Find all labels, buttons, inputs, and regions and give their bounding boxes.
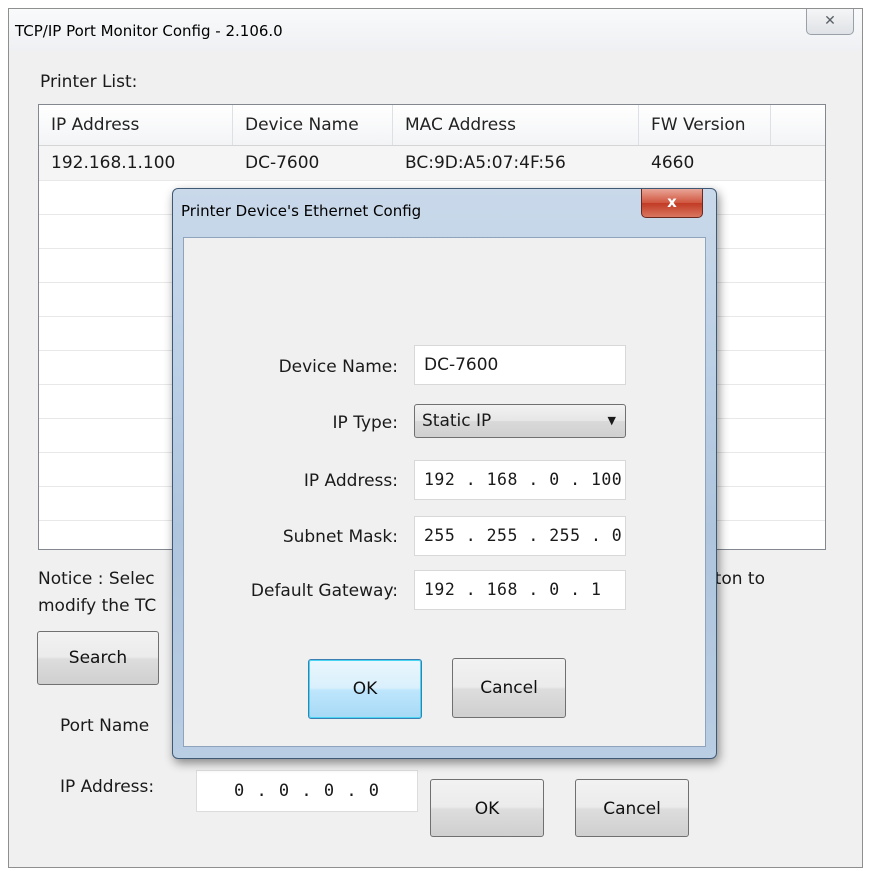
column-header-ip-address[interactable]: IP Address (39, 105, 233, 145)
chevron-down-icon: ▼ (607, 414, 616, 427)
ip-address-field[interactable]: 192 . 168 . 0 . 100 (414, 460, 626, 500)
device-name-label: Device Name: (278, 357, 398, 377)
ok-button[interactable]: OK (430, 779, 544, 837)
close-button[interactable]: ✕ (806, 9, 854, 35)
column-header-fw-version[interactable]: FW Version (639, 105, 771, 145)
dialog-cancel-button[interactable]: Cancel (452, 658, 566, 718)
column-header-device-name[interactable]: Device Name (233, 105, 393, 145)
ip-address-field[interactable]: 0 . 0 . 0 . 0 (196, 770, 418, 812)
dialog-close-button[interactable]: x (641, 189, 703, 218)
default-gateway-field[interactable]: 192 . 168 . 0 . 1 (414, 570, 626, 610)
device-name-field[interactable]: DC-7600 (414, 345, 626, 385)
printer-list-header: IP Address Device Name MAC Address FW Ve… (39, 105, 825, 146)
ip-type-label: IP Type: (332, 413, 398, 433)
dialog-title: Printer Device's Ethernet Config (181, 202, 422, 220)
dialog-ok-button[interactable]: OK (308, 659, 422, 719)
dialog-content: Device Name: DC-7600 IP Type: Static IP … (183, 237, 706, 747)
search-button[interactable]: Search (37, 631, 159, 685)
window-title: TCP/IP Port Monitor Config - 2.106.0 (15, 22, 283, 40)
notice-line1-left: Notice : Selec (38, 569, 155, 589)
ethernet-config-dialog: Printer Device's Ethernet Config x Devic… (172, 188, 717, 759)
cancel-button[interactable]: Cancel (575, 779, 689, 837)
table-row[interactable]: 192.168.1.100 DC-7600 BC:9D:A5:07:4F:56 … (39, 146, 825, 181)
ip-address-label: IP Address: (60, 777, 155, 797)
cell-ip-address: 192.168.1.100 (51, 153, 176, 173)
subnet-mask-label: Subnet Mask: (282, 527, 398, 547)
cell-fw-version: 4660 (651, 153, 695, 173)
column-header-filler (771, 105, 825, 145)
subnet-mask-field[interactable]: 255 . 255 . 255 . 0 (414, 516, 626, 556)
cell-mac-address: BC:9D:A5:07:4F:56 (405, 153, 566, 173)
default-gateway-label: Default Gateway: (250, 581, 398, 601)
ip-type-select[interactable]: Static IP ▼ (414, 404, 626, 438)
column-header-mac-address[interactable]: MAC Address (393, 105, 639, 145)
port-name-label: Port Name (60, 716, 150, 736)
title-bar: TCP/IP Port Monitor Config - 2.106.0 ✕ (9, 9, 862, 51)
cell-device-name: DC-7600 (245, 153, 320, 173)
ip-address-label: IP Address: (303, 471, 398, 491)
printer-list-label: Printer List: (40, 72, 138, 92)
ip-type-value: Static IP (422, 411, 492, 431)
